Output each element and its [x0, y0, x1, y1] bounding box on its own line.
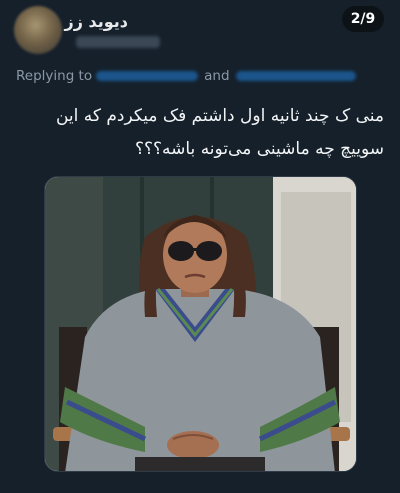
mention-link-2[interactable] — [235, 71, 356, 81]
avatar[interactable] — [14, 6, 62, 54]
tweet-card: دیوید زز 2/9 Replying to and منی ک چند ثا… — [0, 0, 400, 493]
tweet-text: منی ک چند ثانیه اول داشتم فک میکردم که ا… — [55, 106, 384, 159]
tweet-media[interactable] — [44, 176, 357, 472]
mention-link-1[interactable] — [96, 71, 199, 81]
replying-to: Replying to and — [16, 68, 356, 88]
author-name[interactable]: دیوید زز — [65, 12, 129, 31]
replying-to-label: Replying to — [16, 68, 93, 84]
replying-to-connector: and — [204, 68, 230, 84]
meme-photo — [45, 177, 356, 471]
thread-counter: 2/9 — [342, 6, 384, 32]
author-handle-blurred — [76, 36, 160, 48]
